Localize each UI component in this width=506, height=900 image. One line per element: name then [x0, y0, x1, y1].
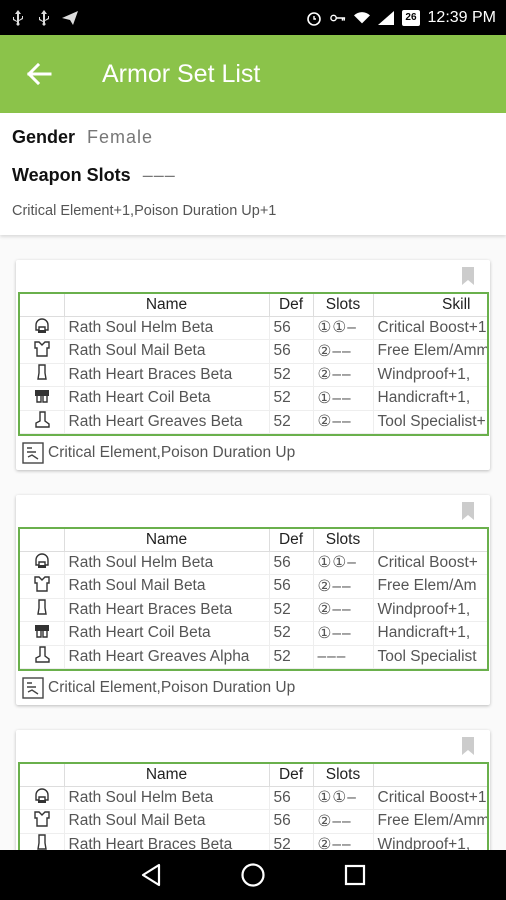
coil-icon [20, 386, 65, 411]
nav-recents-icon [344, 864, 366, 886]
arrow-left-icon [26, 63, 52, 85]
weapon-slots-label: Weapon Slots [12, 165, 131, 185]
col-def: Def [269, 764, 314, 787]
col-skill [373, 764, 487, 787]
coil-icon [20, 621, 65, 646]
table-row: Rath Soul Helm Beta 56 ①①– Critical Boos… [20, 551, 487, 575]
back-button[interactable] [0, 35, 78, 113]
app-bar: Armor Set List [0, 35, 506, 113]
status-bar: 26 12:39 PM [0, 0, 506, 35]
table-row: Rath Heart Braces Beta 52 ②–– Windproof+… [20, 598, 487, 622]
col-slots: Slots [313, 764, 374, 787]
decoration-icon [22, 442, 44, 464]
col-def: Def [269, 294, 314, 317]
table-row: Rath Heart Braces Beta 52 ②–– Windproof+… [20, 833, 487, 850]
table-row: Rath Soul Helm Beta 56 ①①– Critical Boos… [20, 786, 487, 810]
table-row: Rath Soul Helm Beta 56 ①①– Critical Boos… [20, 316, 487, 340]
armor-set-card[interactable]: Name Def Slots Rath Soul Helm Beta 56 ①①… [16, 730, 490, 850]
col-name: Name [64, 294, 270, 317]
table-row: Rath Soul Mail Beta 56 ②–– Free Elem/Amm… [20, 339, 487, 364]
armor-table: Name Def Slots Rath Soul Helm Beta 56 ①①… [18, 762, 489, 850]
nav-home-icon [241, 863, 265, 887]
nav-recents-button[interactable] [340, 860, 370, 890]
table-row: Rath Soul Mail Beta 56 ②–– Free Elem/Am [20, 574, 487, 599]
table-row: Rath Heart Coil Beta 52 ①–– Handicraft+1… [20, 621, 487, 646]
gender-row: Gender Female [12, 127, 494, 151]
bookmark-icon[interactable] [462, 502, 474, 520]
col-slots: Slots [313, 529, 374, 552]
bookmark-icon[interactable] [462, 267, 474, 285]
table-row: Rath Heart Greaves Beta 52 ②–– Tool Spec… [20, 410, 487, 434]
skills-text: Critical Element+1,Poison Duration Up+1 [12, 203, 277, 219]
nav-back-button[interactable] [136, 860, 166, 890]
nav-back-icon [141, 863, 161, 887]
greaves-icon [20, 645, 65, 669]
greaves-icon [20, 410, 65, 434]
helm-icon [20, 786, 65, 810]
nav-home-button[interactable] [238, 860, 268, 890]
weapon-slots-value: ––– [142, 165, 176, 185]
mail-icon [20, 574, 65, 599]
decoration-icon [22, 677, 44, 699]
usb-icon [36, 9, 52, 26]
weapon-slots-row: Weapon Slots ––– [12, 165, 494, 189]
armor-table: Name Def Slots Skill Rath Soul Helm Beta… [18, 292, 489, 436]
table-row: Rath Heart Braces Beta 52 ②–– Windproof+… [20, 363, 487, 387]
col-skill: S [373, 529, 487, 552]
armor-set-card[interactable]: Name Def Slots Skill Rath Soul Helm Beta… [16, 260, 490, 470]
braces-icon [20, 598, 65, 622]
set-skills-text: Critical Element,Poison Duration Up [48, 679, 296, 696]
braces-icon [20, 363, 65, 387]
set-skills-text: Critical Element,Poison Duration Up [48, 444, 296, 461]
send-icon [62, 10, 78, 26]
set-skills-footer: Critical Element,Poison Duration Up [16, 671, 490, 705]
alarm-icon [306, 10, 322, 26]
table-row: Rath Soul Mail Beta 56 ②–– Free Elem/Amm [20, 809, 487, 834]
helm-icon [20, 316, 65, 340]
system-nav-bar [0, 850, 506, 900]
page-title: Armor Set List [102, 59, 261, 88]
armor-set-card[interactable]: Name Def Slots S Rath Soul Helm Beta 56 … [16, 495, 490, 705]
wifi-icon [354, 10, 371, 26]
col-name: Name [64, 764, 270, 787]
gender-label: Gender [12, 127, 76, 147]
mail-icon [20, 339, 65, 364]
gender-value: Female [87, 127, 154, 147]
armor-table: Name Def Slots S Rath Soul Helm Beta 56 … [18, 527, 489, 671]
col-slots: Slots [313, 294, 374, 317]
battery-icon: 26 [402, 9, 420, 26]
table-row: Rath Heart Coil Beta 52 ①–– Handicraft+1… [20, 386, 487, 411]
col-skill: Skill [373, 294, 487, 317]
mail-icon [20, 809, 65, 834]
table-row: Rath Heart Greaves Alpha 52 ––– Tool Spe… [20, 645, 487, 669]
braces-icon [20, 833, 65, 850]
col-def: Def [269, 529, 314, 552]
helm-icon [20, 551, 65, 575]
key-icon [330, 10, 346, 26]
set-skills-footer: Critical Element,Poison Duration Up [16, 436, 490, 470]
signal-icon [378, 10, 395, 26]
usb-icon [10, 9, 26, 26]
filter-summary: Gender Female Weapon Slots ––– Critical … [0, 113, 506, 235]
armor-set-list[interactable]: Name Def Slots Skill Rath Soul Helm Beta… [0, 235, 506, 850]
bookmark-icon[interactable] [462, 737, 474, 755]
clock: 12:39 PM [427, 8, 496, 26]
col-name: Name [64, 529, 270, 552]
